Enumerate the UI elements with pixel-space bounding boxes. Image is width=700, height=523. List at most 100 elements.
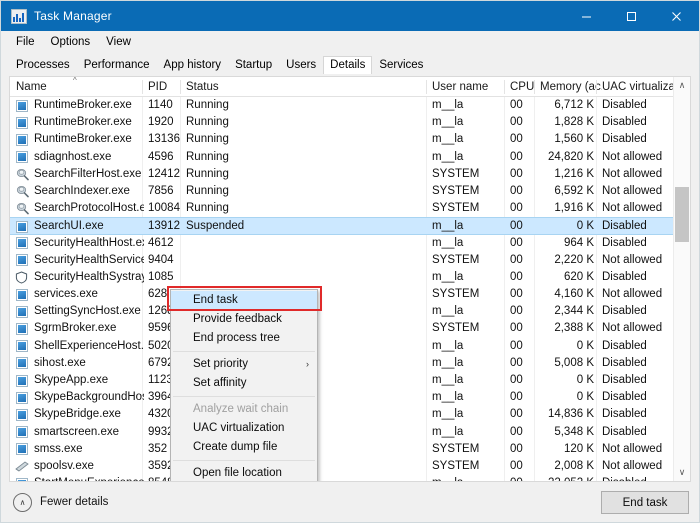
tab-users[interactable]: Users	[279, 57, 323, 74]
context-menu-item[interactable]: End process tree	[171, 329, 317, 348]
column-header-status[interactable]: Status	[186, 77, 386, 97]
minimize-button[interactable]	[564, 1, 609, 31]
cell-cpu: 00	[510, 406, 530, 423]
tab-startup[interactable]: Startup	[228, 57, 279, 74]
cell-memory: 120 K	[529, 441, 594, 458]
cell-pid: 7856	[148, 183, 184, 200]
cell-name: ShellExperienceHost.exe	[34, 338, 144, 355]
tab-details[interactable]: Details	[323, 56, 372, 74]
tab-app-history[interactable]: App history	[157, 57, 229, 74]
table-row[interactable]: SkypeBackgroundHost....3964m__la000 KDis…	[10, 389, 690, 406]
cell-status: Running	[186, 183, 286, 200]
cell-memory: 0 K	[529, 372, 594, 389]
cell-cpu: 00	[510, 252, 530, 269]
cell-status: Running	[186, 97, 286, 114]
table-row[interactable]: SkypeApp.exe1123m__la000 KDisabled	[10, 372, 690, 389]
cell-user: m__la	[432, 149, 490, 166]
table-row[interactable]: SearchProtocolHost.exe10084RunningSYSTEM…	[10, 200, 690, 217]
app-icon	[16, 443, 28, 455]
cell-name: smss.exe	[34, 441, 144, 458]
sort-ascending-icon: ^	[73, 77, 77, 85]
window-controls	[564, 1, 699, 31]
table-row[interactable]: SearchIndexer.exe7856RunningSYSTEM006,59…	[10, 183, 690, 200]
cell-cpu: 00	[510, 475, 530, 481]
menu-view[interactable]: View	[98, 34, 139, 50]
menu-options[interactable]: Options	[43, 34, 99, 50]
table-row[interactable]: SecurityHealthSystray.e...1085m__la00620…	[10, 269, 690, 286]
cell-name: SkypeBridge.exe	[34, 406, 144, 423]
cell-cpu: 00	[510, 355, 530, 372]
table-row[interactable]: SecurityHealthHost.exe4612m__la00964 KDi…	[10, 235, 690, 252]
table-row[interactable]: SearchFilterHost.exe12412RunningSYSTEM00…	[10, 166, 690, 183]
table-row[interactable]: sihost.exe6792m__la005,008 KDisabled	[10, 355, 690, 372]
table-row[interactable]: SecurityHealthService.e...9404SYSTEM002,…	[10, 252, 690, 269]
context-menu-item[interactable]: Create dump file	[171, 438, 317, 457]
table-row[interactable]: spoolsv.exe3592SYSTEM002,008 KNot allowe…	[10, 458, 690, 475]
fewer-details-button[interactable]: ∧ Fewer details	[13, 493, 108, 512]
app-icon	[16, 478, 28, 481]
context-menu-item[interactable]: Open file location	[171, 464, 317, 482]
tab-services[interactable]: Services	[372, 57, 430, 74]
cell-name: SearchProtocolHost.exe	[34, 200, 144, 217]
cell-name: RuntimeBroker.exe	[34, 114, 144, 131]
cell-cpu: 00	[510, 97, 530, 114]
process-list: Name ^ PID Status User name CPU Memory (…	[9, 76, 691, 482]
end-task-button[interactable]: End task	[601, 491, 689, 514]
table-row[interactable]: smss.exe352SYSTEM00120 KNot allowed	[10, 441, 690, 458]
cell-name: services.exe	[34, 286, 144, 303]
table-row[interactable]: RuntimeBroker.exe1140Runningm__la006,712…	[10, 97, 690, 114]
cell-cpu: 00	[510, 149, 530, 166]
table-row[interactable]: SkypeBridge.exe4320m__la0014,836 KDisabl…	[10, 406, 690, 423]
search-icon	[15, 168, 29, 181]
table-row[interactable]: services.exe628SYSTEM004,160 KNot allowe…	[10, 286, 690, 303]
tab-performance[interactable]: Performance	[77, 57, 157, 74]
scroll-down-button[interactable]: ∨	[674, 464, 690, 481]
cell-user: m__la	[432, 235, 490, 252]
table-row[interactable]: sdiagnhost.exe4596Runningm__la0024,820 K…	[10, 149, 690, 166]
column-header-memory[interactable]: Memory (ac...	[540, 77, 602, 97]
close-button[interactable]	[654, 1, 699, 31]
cell-cpu: 00	[510, 338, 530, 355]
cell-user: m__la	[432, 269, 490, 286]
column-header-pid[interactable]: PID	[148, 77, 182, 97]
table-row[interactable]: RuntimeBroker.exe13136Runningm__la001,56…	[10, 131, 690, 148]
table-row[interactable]: SearchUI.exe13912Suspendedm__la000 KDisa…	[10, 217, 690, 234]
table-row[interactable]: RuntimeBroker.exe1920Runningm__la001,828…	[10, 114, 690, 131]
cell-pid: 9404	[148, 252, 184, 269]
cell-pid: 12412	[148, 166, 184, 183]
cell-name: sdiagnhost.exe	[34, 149, 144, 166]
cell-status: Running	[186, 114, 286, 131]
menu-file[interactable]: File	[8, 34, 43, 50]
context-menu-item[interactable]: End task	[171, 291, 317, 310]
shield-icon	[15, 271, 28, 284]
maximize-button[interactable]	[609, 1, 654, 31]
cell-user: m__la	[432, 114, 490, 131]
cell-name: RuntimeBroker.exe	[34, 131, 144, 148]
search-icon	[15, 185, 29, 198]
scroll-up-button[interactable]: ∧	[674, 77, 690, 94]
context-menu-item[interactable]: UAC virtualization	[171, 419, 317, 438]
cell-memory: 964 K	[529, 235, 594, 252]
cell-user: m__la	[432, 131, 490, 148]
context-menu-item[interactable]: Provide feedback	[171, 310, 317, 329]
cell-name: SearchIndexer.exe	[34, 183, 144, 200]
tab-processes[interactable]: Processes	[9, 57, 77, 74]
cell-memory: 620 K	[529, 269, 594, 286]
process-rows: RuntimeBroker.exe1140Runningm__la006,712…	[10, 97, 690, 481]
table-row[interactable]: smartscreen.exe9932m__la005,348 KDisable…	[10, 424, 690, 441]
cell-name: SecurityHealthHost.exe	[34, 235, 144, 252]
table-row[interactable]: SettingSyncHost.exe1268m__la002,344 KDis…	[10, 303, 690, 320]
scrollbar-thumb[interactable]	[675, 187, 689, 242]
context-menu-item[interactable]: Set priority›	[171, 355, 317, 374]
cell-cpu: 00	[510, 235, 530, 252]
table-row[interactable]: ShellExperienceHost.exe5020m__la000 KDis…	[10, 338, 690, 355]
table-row[interactable]: SgrmBroker.exe9596SYSTEM002,388 KNot all…	[10, 320, 690, 337]
cell-memory: 2,344 K	[529, 303, 594, 320]
context-menu-item[interactable]: Set affinity	[171, 374, 317, 393]
column-header-cpu[interactable]: CPU	[510, 77, 536, 97]
vertical-scrollbar[interactable]: ∧ ∨	[673, 77, 690, 481]
process-context-menu[interactable]: End taskProvide feedbackEnd process tree…	[170, 289, 318, 482]
column-header-user[interactable]: User name	[432, 77, 502, 97]
app-icon	[16, 254, 28, 266]
table-row[interactable]: StartMenuExperienceH...8548m__la0022,052…	[10, 475, 690, 481]
